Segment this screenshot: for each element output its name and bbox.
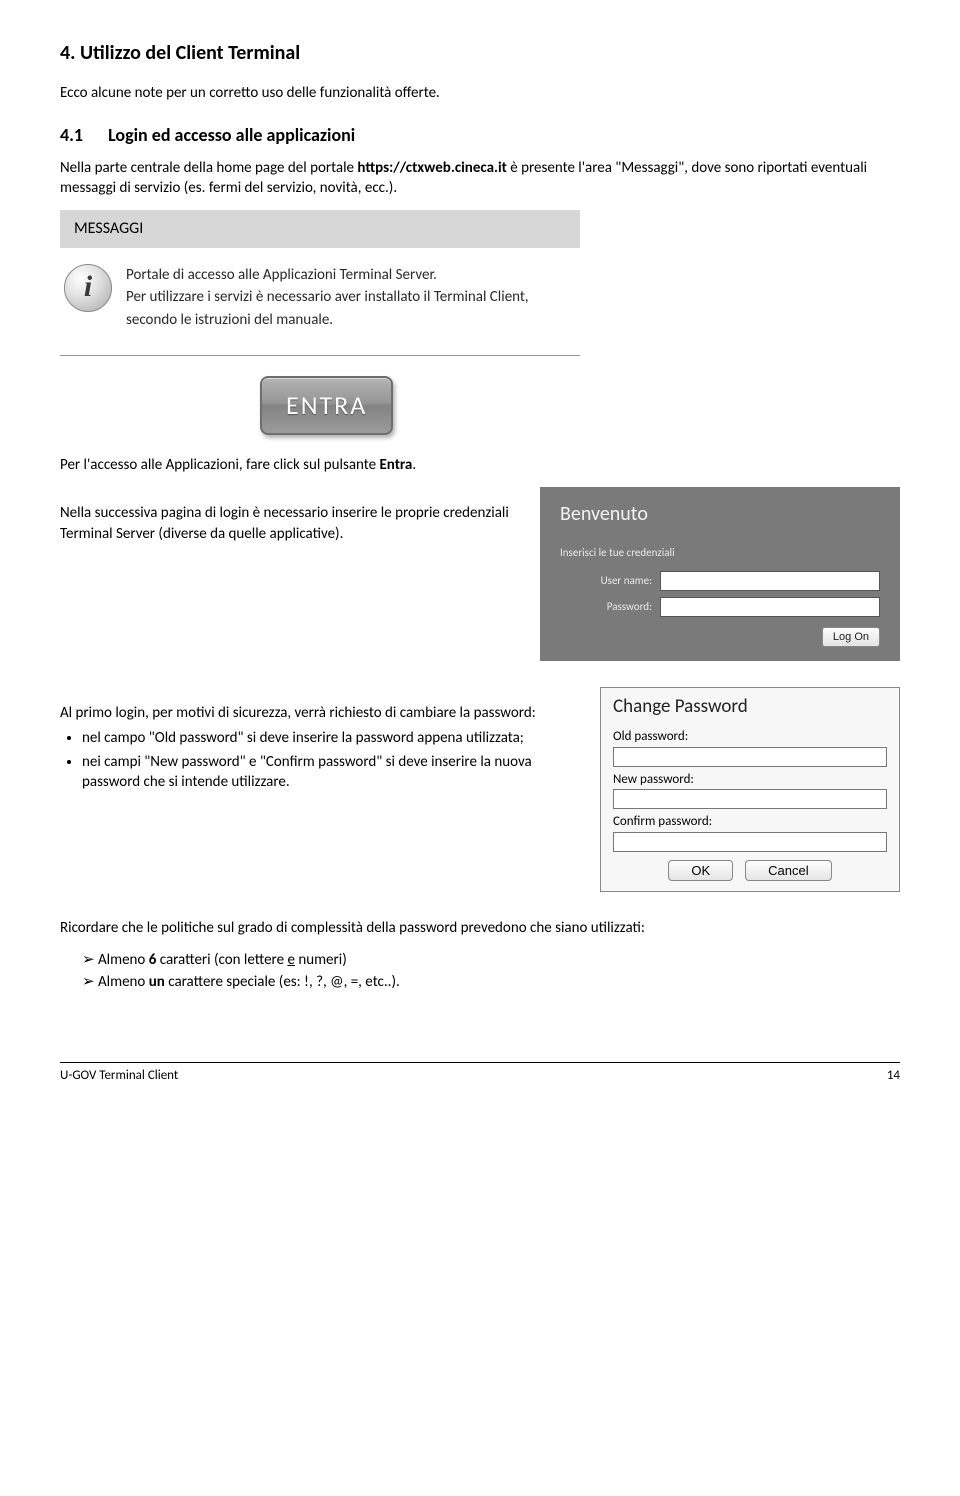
login-password-row: Password: [560,597,880,617]
bullet-new-password: nei campi "New password" e "Confirm pass… [82,752,572,793]
change-password-intro: Al primo login, per motivi di sicurezza,… [60,703,572,723]
portal-url: https://ctxweb.cineca.it [357,159,506,177]
old-password-input[interactable] [613,747,887,767]
login-panel: Benvenuto Inserisci le tue credenziali U… [540,487,900,661]
new-password-field: New password: [613,771,887,810]
messaggi-line1: Portale di accesso alle Applicazioni Ter… [126,264,570,287]
entra-button[interactable]: ENTRA [260,376,393,435]
text-fragment: Nella parte centrale della home page del… [60,159,357,177]
text-fragment: numeri) [295,951,347,969]
subsection-title: Login ed accesso alle applicazioni [108,124,355,146]
change-password-bullets: nel campo "Old password" si deve inserir… [60,728,572,793]
login-password-input[interactable] [660,597,880,617]
info-icon: i [64,264,112,312]
text-fragment: Almeno [98,973,149,991]
entra-word: Entra [379,456,412,474]
old-password-field: Old password: [613,728,887,767]
subsection-number: 4.1 [60,123,104,147]
text-fragment: Almeno [98,951,149,969]
messaggi-line2: Per utilizzare i servizi è necessario av… [126,286,570,331]
text-fragment: . [412,456,416,474]
login-username-row: User name: [560,571,880,591]
text-fragment: carattere speciale (es: !, ?, @, =, etc.… [165,973,400,991]
login-hint: Inserisci le tue credenziali [560,546,880,561]
confirm-password-label: Confirm password: [613,813,887,831]
old-password-label: Old password: [613,728,887,746]
footer-title: U-GOV Terminal Client [60,1067,178,1085]
login-username-label: User name: [560,574,660,589]
confirm-password-input[interactable] [613,832,887,852]
logon-button[interactable]: Log On [822,627,880,647]
page-footer: U-GOV Terminal Client 14 [60,1062,900,1085]
entra-button-wrap: ENTRA [260,376,900,435]
messaggi-text: Portale di accesso alle Applicazioni Ter… [126,264,570,332]
row-change-password: Al primo login, per motivi di sicurezza,… [60,687,900,891]
change-password-panel: Change Password Old password: New passwo… [600,687,900,891]
paragraph-portal: Nella parte centrale della home page del… [60,158,900,199]
paragraph-entra: Per l'accesso alle Applicazioni, fare cl… [60,455,900,475]
messaggi-header: MESSAGGI [60,210,580,248]
section-title: 4. Utilizzo del Client Terminal [60,40,900,67]
footer-page-number: 14 [887,1067,900,1085]
change-password-buttons: OK Cancel [613,860,887,881]
change-password-text: Al primo login, per motivi di sicurezza,… [60,687,572,796]
policy-item-chars: Almeno 6 caratteri (con lettere e numeri… [82,950,900,970]
login-welcome: Benvenuto [560,501,880,528]
new-password-input[interactable] [613,789,887,809]
policy-and: e [287,951,294,969]
login-button-row: Log On [560,627,880,647]
section-intro: Ecco alcune note per un corretto uso del… [60,83,900,103]
policy-one: un [149,973,165,991]
text-fragment: caratteri (con lettere [156,951,287,969]
confirm-password-field: Confirm password: [613,813,887,852]
cancel-button[interactable]: Cancel [745,860,831,881]
row-login: Nella successiva pagina di login è neces… [60,487,900,661]
login-username-input[interactable] [660,571,880,591]
ok-button[interactable]: OK [668,860,733,881]
messaggi-body: i Portale di accesso alle Applicazioni T… [60,248,580,357]
policy-item-special: Almeno un carattere speciale (es: !, ?, … [82,972,900,992]
login-password-label: Password: [560,600,660,615]
change-password-title: Change Password [613,694,887,720]
text-fragment: Per l'accesso alle Applicazioni, fare cl… [60,456,379,474]
subsection-heading: 4.1 Login ed accesso alle applicazioni [60,123,900,147]
new-password-label: New password: [613,771,887,789]
policy-intro: Ricordare che le politiche sul grado di … [60,918,900,938]
messaggi-panel: MESSAGGI i Portale di accesso alle Appli… [60,210,580,356]
login-text: Nella successiva pagina di login è neces… [60,487,512,544]
policy-list: Almeno 6 caratteri (con lettere e numeri… [60,950,900,993]
bullet-old-password: nel campo "Old password" si deve inserir… [82,728,572,748]
